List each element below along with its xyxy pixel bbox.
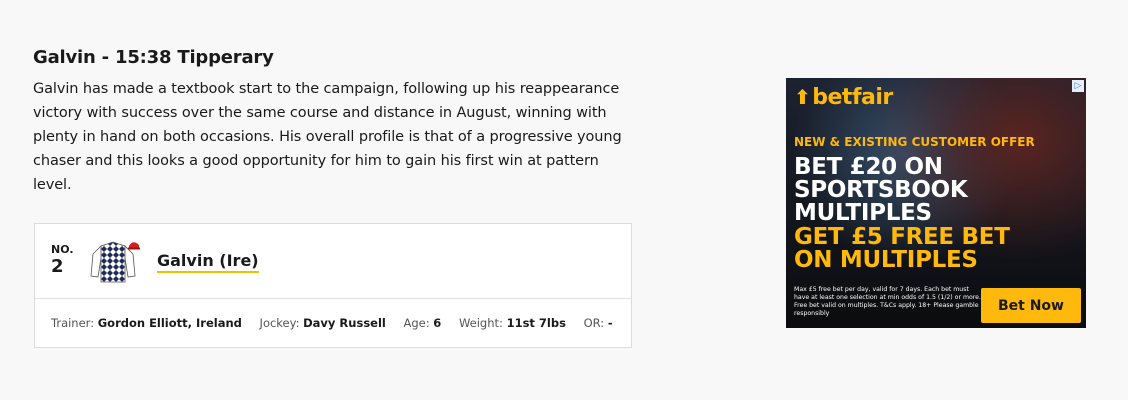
advert-free-bet: GET £5 FREE BET ON MULTIPLES [794,226,1010,272]
article-title: Galvin - 15:38 Tipperary [33,47,274,68]
betfair-advert[interactable]: ▷ ⬆betfair NEW & EXISTING CUSTOMER OFFER… [786,78,1086,328]
free-bet-line: ON MULTIPLES [794,247,978,273]
betfair-logo: ⬆betfair [794,85,893,110]
headline-line: SPORTSBOOK [794,177,968,203]
stat-value: - [607,316,613,330]
horse-name-link[interactable]: Galvin (Ire) [157,251,259,273]
stat-weight: Weight: 11st 7lbs [459,316,566,330]
stat-value: 6 [433,316,442,330]
headline-line: MULTIPLES [794,200,932,226]
stat-value: 11st 7lbs [506,316,566,330]
article-body: Galvin has made a textbook start to the … [33,81,622,193]
runner-number-label: NO. [51,243,74,256]
jockey-silks-icon [90,241,140,283]
stat-label: Weight: [458,316,503,330]
runner-stats: Trainer: Gordon Elliott, Ireland Jockey:… [51,316,627,330]
stat-label: Trainer: [51,316,95,330]
stat-label: Age: [403,316,430,330]
brand-name: betfair [812,85,893,110]
stat-value: Davy Russell [303,316,386,330]
stat-label: OR: [583,316,605,330]
betfair-arrow-icon: ⬆ [794,85,811,109]
advert-headline: BET £20 ON SPORTSBOOK MULTIPLES [794,154,968,226]
article: Galvin - 15:38 Tipperary Galvin has made… [33,47,634,197]
stat-trainer: Trainer: Gordon Elliott, Ireland [51,316,242,330]
stat-age: Age: 6 [404,316,442,330]
runner-card: NO. 2 Galvin (Ire) Trainer: Gordon Ellio… [34,223,632,348]
stat-label: Jockey: [259,316,300,330]
adchoices-icon[interactable]: ▷ [1072,80,1084,92]
runner-number-value: 2 [51,256,64,277]
headline-line: BET £20 ON [794,154,943,180]
stat-or: OR: - [584,316,613,330]
advert-offer-text: NEW & EXISTING CUSTOMER OFFER [794,135,1035,149]
free-bet-line: GET £5 FREE BET [794,224,1010,250]
bet-now-button[interactable]: Bet Now [981,288,1081,323]
runner-card-header: NO. 2 Galvin (Ire) [35,224,631,299]
runner-number: NO. 2 [51,244,74,278]
advert-terms: Max £5 free bet per day, valid for 7 day… [794,286,981,317]
stat-value: Gordon Elliott, Ireland [97,316,242,330]
stat-jockey: Jockey: Davy Russell [260,316,386,330]
